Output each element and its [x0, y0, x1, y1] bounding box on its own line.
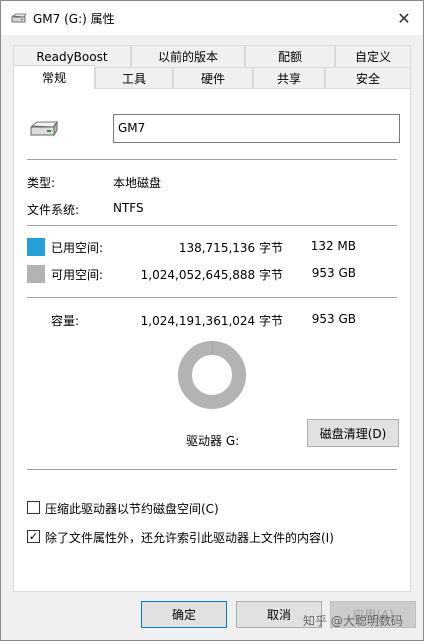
tab-label: 以前的版本 [157, 50, 218, 64]
close-button[interactable]: ✕ [393, 7, 415, 29]
filesystem-value: NTFS [113, 201, 144, 215]
tab-row-2: 常规 工具 硬件 共享 安全 [13, 65, 411, 89]
used-space-label: 已用空间: [51, 241, 104, 255]
drive-letter-label: 驱动器 G: [186, 434, 240, 448]
watermark: 知乎 @大聪明数码 [303, 614, 403, 628]
disk-cleanup-button[interactable]: 磁盘清理(D) [307, 419, 399, 447]
tab-label: 常规 [41, 71, 66, 85]
used-space-bytes: 138,715,136 字节 [178, 241, 283, 255]
capacity-size: 953 GB [311, 312, 356, 326]
tab-hardware[interactable]: 硬件 [173, 67, 253, 89]
tab-label: 自定义 [354, 50, 391, 64]
used-space-size: 132 MB [310, 239, 356, 253]
separator [27, 225, 397, 226]
free-space-label: 可用空间: [51, 268, 104, 282]
separator [27, 297, 397, 298]
tab-label: 共享 [276, 72, 301, 86]
ok-button[interactable]: 确定 [141, 601, 227, 628]
drive-name-input[interactable]: GM7 [113, 114, 400, 143]
tab-sharing[interactable]: 共享 [253, 67, 325, 89]
hard-drive-icon [30, 121, 59, 137]
type-label: 类型: [27, 176, 56, 190]
disk-usage-donut [178, 341, 246, 409]
button-label: 磁盘清理(D) [319, 426, 387, 441]
compress-checkbox[interactable] [27, 501, 40, 514]
capacity-label: 容量: [51, 314, 80, 328]
tab-security[interactable]: 安全 [325, 67, 411, 89]
tab-label: 配额 [277, 50, 302, 64]
tab-label: 工具 [121, 72, 146, 86]
type-value: 本地磁盘 [113, 176, 162, 190]
tab-label: 安全 [355, 72, 380, 86]
index-label[interactable]: 除了文件属性外，还允许索引此驱动器上文件的内容(I) [45, 529, 334, 546]
separator [27, 159, 397, 160]
free-space-bytes: 1,024,052,645,888 字节 [140, 268, 283, 282]
used-space-swatch [27, 238, 45, 256]
drive-icon [11, 13, 27, 23]
button-label: 取消 [266, 608, 291, 622]
free-space-swatch [27, 265, 45, 283]
tab-customize[interactable]: 自定义 [335, 45, 411, 67]
separator [27, 469, 397, 470]
tab-label: ReadyBoost [36, 49, 108, 64]
window-title: GM7 (G:) 属性 [33, 12, 115, 26]
tab-readyboost[interactable]: ReadyBoost [13, 45, 131, 67]
tab-tools[interactable]: 工具 [95, 67, 173, 89]
close-icon: ✕ [397, 8, 411, 28]
tab-label: 硬件 [200, 72, 225, 86]
capacity-bytes: 1,024,191,361,024 字节 [140, 314, 283, 328]
tab-row-1: ReadyBoost 以前的版本 配额 自定义 [13, 45, 411, 67]
index-checkbox[interactable]: ✓ [27, 530, 40, 543]
button-label: 确定 [171, 608, 196, 622]
free-space-ring [178, 341, 246, 409]
tab-general[interactable]: 常规 [13, 65, 95, 89]
free-space-size: 953 GB [311, 266, 356, 280]
tab-quota[interactable]: 配额 [245, 45, 335, 67]
tab-previous-versions[interactable]: 以前的版本 [131, 45, 245, 67]
properties-window: GM7 (G:) 属性 ✕ ReadyBoost 以前的版本 配额 自定义 常规… [0, 0, 424, 641]
filesystem-label: 文件系统: [27, 203, 80, 217]
compress-label[interactable]: 压缩此驱动器以节约磁盘空间(C) [45, 500, 219, 517]
title-bar: GM7 (G:) 属性 ✕ [1, 1, 423, 35]
